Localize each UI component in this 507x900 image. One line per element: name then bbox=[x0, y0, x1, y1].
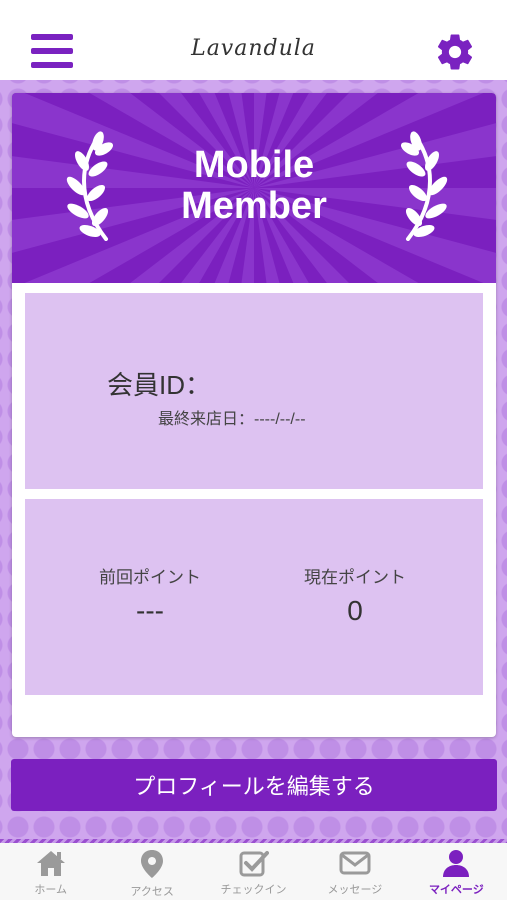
app-header: Lavandula bbox=[0, 0, 507, 80]
gear-icon[interactable] bbox=[434, 31, 476, 73]
laurel-right-icon bbox=[400, 131, 448, 241]
nav-label-access: アクセス bbox=[130, 886, 174, 898]
last-visit-date: 最終来店日：----/--/-- bbox=[158, 411, 306, 428]
edit-profile-button[interactable]: プロフィールを編集する bbox=[11, 759, 497, 811]
nav-item-access[interactable]: アクセス bbox=[101, 843, 202, 900]
nav-item-message[interactable]: メッセージ bbox=[304, 843, 405, 900]
nav-item-home[interactable]: ホーム bbox=[0, 843, 101, 900]
previous-points-label: 前回ポイント bbox=[99, 568, 201, 587]
nav-label-message: メッセージ bbox=[327, 884, 383, 896]
current-points-label: 現在ポイント bbox=[304, 568, 406, 587]
previous-points-value: --- bbox=[136, 595, 164, 626]
home-icon bbox=[36, 851, 65, 876]
nav-label-mypage: マイページ bbox=[428, 884, 484, 896]
nav-label-checkin: チェックイン bbox=[220, 884, 287, 896]
nav-label-home: ホーム bbox=[34, 884, 68, 896]
points-panel: 前回ポイント --- 現在ポイント 0 bbox=[25, 499, 483, 695]
map-pin-icon bbox=[141, 850, 164, 878]
member-id-label: 会員ID： bbox=[107, 370, 212, 400]
member-info-panel: 会員ID： 最終来店日：----/--/-- bbox=[25, 293, 483, 489]
checkin-icon bbox=[239, 851, 269, 877]
bottom-nav: ホーム アクセス チェックイン メッセージ マイページ bbox=[0, 839, 507, 900]
member-banner: Mobile Member bbox=[12, 93, 496, 283]
member-card: Mobile Member 会員ID： 最終来店日：----/--/-- 前回ポ… bbox=[12, 93, 496, 737]
nav-item-mypage[interactable]: マイページ bbox=[406, 843, 507, 900]
envelope-icon bbox=[339, 851, 371, 875]
app-logo: Lavandula bbox=[191, 36, 316, 61]
current-points-value: 0 bbox=[347, 595, 363, 626]
nav-item-checkin[interactable]: チェックイン bbox=[203, 843, 304, 900]
user-icon bbox=[443, 850, 470, 877]
